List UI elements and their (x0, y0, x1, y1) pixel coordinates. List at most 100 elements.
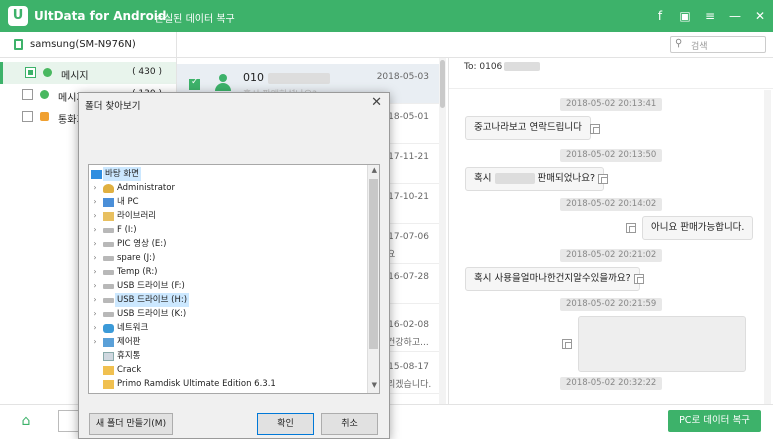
copy-icon[interactable] (562, 339, 572, 349)
copy-icon[interactable] (598, 174, 608, 184)
close-icon[interactable]: ✕ (752, 8, 768, 24)
tree-label: 네트워크 (117, 323, 149, 333)
timestamp: 2018-05-02 20:13:50 (560, 149, 663, 162)
phone-icon (14, 39, 23, 50)
tree-scrollbar[interactable]: ▲ ▼ (367, 165, 379, 393)
timestamp: 2018-05-02 20:14:02 (560, 198, 663, 211)
tree-item[interactable]: › PIC 영상 (E:) (89, 237, 369, 251)
tree-item[interactable]: Primo Ramdisk Ultimate Edition 6.3.1 (89, 377, 369, 391)
minimize-icon[interactable]: — (727, 8, 743, 24)
expand-arrow-icon[interactable]: › (91, 251, 99, 265)
drive-icon (103, 270, 114, 275)
message-preview: 건강하고... (387, 338, 429, 348)
cancel-button[interactable]: 취소 (321, 413, 378, 435)
timestamp: 2018-05-02 20:32:22 (560, 377, 663, 390)
tree-item-desktop[interactable]: 바탕 화면 (89, 167, 369, 181)
drive-icon (103, 284, 114, 289)
category-label: 메시지 (61, 71, 89, 82)
expand-arrow-icon[interactable]: › (91, 209, 99, 223)
scroll-down-icon[interactable]: ▼ (372, 381, 377, 389)
feedback-icon[interactable]: ▣ (677, 8, 693, 24)
network-icon (103, 324, 114, 333)
tree-label: F (I:) (117, 225, 137, 235)
tree-item[interactable]: › Administrator (89, 181, 369, 195)
dialog-title: 폴더 찾아보기 (85, 101, 141, 112)
message-list-scrollbar[interactable] (439, 58, 446, 404)
tree-item[interactable]: › F (I:) (89, 223, 369, 237)
tree-item[interactable]: 휴지통 (89, 349, 369, 363)
home-icon[interactable]: ⌂ (18, 413, 34, 429)
app-subtitle: - 손실된 데이터 복구 (148, 14, 235, 25)
desktop-icon (91, 170, 102, 179)
tree-label: USB 드라이브 (H:) (115, 293, 190, 307)
tree-item[interactable]: Crack (89, 363, 369, 377)
expand-arrow-icon[interactable]: › (91, 223, 99, 237)
expand-arrow-icon[interactable]: › (91, 293, 99, 307)
folder-icon (103, 380, 114, 389)
expand-arrow-icon[interactable]: › (91, 195, 99, 209)
tree-label: 휴지통 (117, 351, 141, 361)
recover-to-pc-button[interactable]: PC로 데이터 복구 (668, 410, 761, 432)
expand-arrow-icon[interactable]: › (91, 237, 99, 251)
scrollbar-thumb[interactable] (440, 60, 445, 108)
ok-button[interactable]: 확인 (257, 413, 314, 435)
timestamp: 2018-05-02 20:21:59 (560, 298, 663, 311)
folder-icon (103, 366, 114, 375)
chat-bubble-received: 혹시 판매되었나요? (465, 167, 605, 191)
tree-item[interactable]: › USB 드라이브 (K:) (89, 307, 369, 321)
divider (448, 58, 449, 404)
tree-item[interactable]: › 라이브러리 (89, 209, 369, 223)
timestamp: 2018-05-02 20:21:02 (560, 249, 663, 262)
new-folder-button[interactable]: 새 폴더 만들기(M) (89, 413, 173, 435)
tree-item[interactable]: › 네트워크 (89, 321, 369, 335)
copy-icon[interactable] (634, 274, 644, 284)
category-checkbox[interactable] (22, 89, 33, 100)
menu-icon[interactable]: ≡ (702, 8, 718, 24)
category-checkbox[interactable] (25, 67, 36, 78)
message-checkbox[interactable] (189, 77, 200, 90)
device-name: samsung(SM-N976N) (30, 39, 136, 50)
tree-label: USB 드라이브 (K:) (117, 309, 187, 319)
expand-arrow-icon[interactable]: › (91, 279, 99, 293)
tree-label: 바탕 화면 (103, 167, 141, 181)
search-input[interactable]: ⚲ 검색 (670, 36, 766, 53)
tree-item[interactable]: › Temp (R:) (89, 265, 369, 279)
category-messages[interactable]: 메시지 ( 430 ) (0, 62, 176, 84)
message-contact: 010 (243, 71, 330, 84)
copy-icon[interactable] (626, 223, 636, 233)
expand-arrow-icon[interactable]: › (91, 265, 99, 279)
facebook-icon[interactable]: f (652, 8, 668, 24)
tree-label: Crack (117, 365, 142, 375)
tree-item[interactable]: › spare (J:) (89, 251, 369, 265)
chat-scrollbar[interactable] (764, 90, 771, 404)
divider (449, 88, 773, 89)
tree-label: Primo Ramdisk Ultimate Edition 6.3.1 (117, 379, 276, 389)
category-count: ( 430 ) (132, 67, 162, 77)
tree-label: USB 드라이브 (F:) (117, 281, 185, 291)
tree-item[interactable]: › USB 드라이브 (F:) (89, 279, 369, 293)
timestamp: 2018-05-02 20:13:41 (560, 98, 663, 111)
copy-icon[interactable] (590, 124, 600, 134)
message-date: 2018-05-03 (376, 72, 429, 82)
expand-arrow-icon[interactable]: › (91, 181, 99, 195)
user-folder-icon (103, 184, 114, 193)
category-checkbox[interactable] (22, 111, 33, 122)
dialog-close-icon[interactable]: ✕ (371, 95, 382, 110)
expand-arrow-icon[interactable]: › (91, 321, 99, 335)
title-bar: U UltData for Android - 손실된 데이터 복구 f ▣ ≡… (0, 0, 773, 32)
app-logo: U (8, 6, 28, 26)
recycle-bin-icon (103, 352, 114, 361)
folder-tree[interactable]: 바탕 화면 › Administrator › 내 PC › 라이브러리 › F… (88, 164, 380, 394)
expand-arrow-icon[interactable]: › (91, 335, 99, 349)
chat-image-attachment[interactable] (578, 316, 746, 372)
scrollbar-thumb[interactable] (369, 179, 378, 349)
tree-item[interactable]: › 제어판 (89, 335, 369, 349)
tree-item[interactable]: › 내 PC (89, 195, 369, 209)
tree-label: PIC 영상 (E:) (117, 239, 167, 249)
expand-arrow-icon[interactable]: › (91, 307, 99, 321)
folder-browse-dialog: 폴더 찾아보기 ✕ 바탕 화면 › Administrator › 내 PC ›… (78, 92, 390, 439)
tree-item[interactable]: › USB 드라이브 (H:) (89, 293, 369, 307)
scroll-up-icon[interactable]: ▲ (372, 166, 377, 174)
search-icon: ⚲ (675, 38, 683, 49)
contact-avatar-icon (215, 74, 231, 92)
